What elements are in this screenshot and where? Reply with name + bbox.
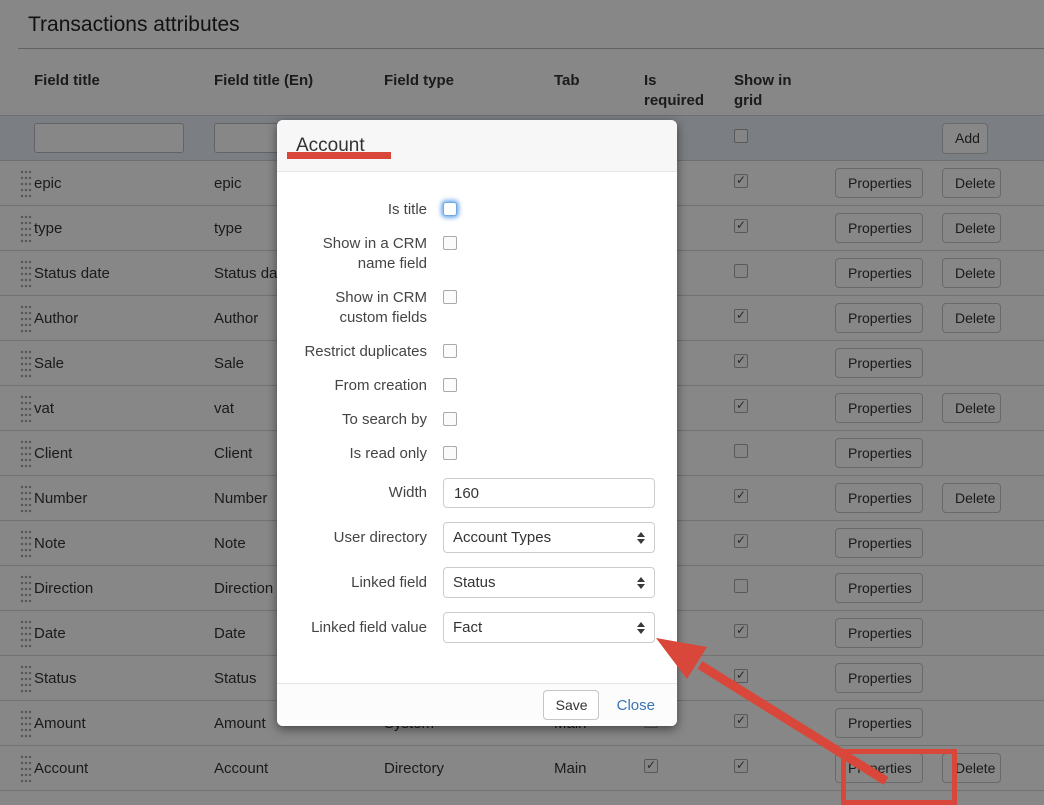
linked-field-select[interactable]: Status — [443, 567, 655, 598]
account-properties-modal: Account Is title Show in a CRM name field… — [277, 120, 677, 726]
modal-checkbox-restrict-duplicates[interactable] — [443, 344, 457, 358]
modal-field-row: Linked field value Fact — [299, 612, 655, 643]
user-directory-select[interactable]: Account Types — [443, 522, 655, 553]
modal-body: Is title Show in a CRM name field Show in … — [277, 172, 677, 683]
select-stepper-icon — [637, 532, 645, 544]
modal-checkbox-is-title[interactable] — [443, 202, 457, 216]
linked-field-value-select[interactable]: Fact — [443, 612, 655, 643]
modal-field-label: Linked field — [299, 573, 427, 593]
modal-field-label: User directory — [299, 528, 427, 548]
modal-checkbox-label: Is title — [299, 200, 427, 220]
modal-checkbox-label: Restrict duplicates — [299, 342, 427, 362]
modal-checkbox-label: To search by — [299, 410, 427, 430]
save-button[interactable]: Save — [543, 690, 599, 720]
modal-checkbox-label: Show in CRM custom fields — [299, 288, 427, 328]
close-button[interactable]: Close — [615, 693, 657, 718]
selected-value: Status — [453, 574, 637, 591]
modal-header: Account — [277, 120, 677, 172]
select-stepper-icon — [637, 577, 645, 589]
selected-value: Account Types — [453, 529, 637, 546]
modal-field-row: Linked field Status — [299, 567, 655, 598]
modal-checkbox-show-in-a-crm-name-field[interactable] — [443, 236, 457, 250]
modal-checkbox-row: Restrict duplicates — [299, 342, 655, 362]
modal-checkbox-row: Is read only — [299, 444, 655, 464]
modal-field-row: Width — [299, 478, 655, 508]
modal-checkbox-label: From creation — [299, 376, 427, 396]
modal-field-label: Width — [299, 483, 427, 503]
modal-checkbox-label: Is read only — [299, 444, 427, 464]
width-input[interactable] — [443, 478, 655, 508]
modal-checkbox-label: Show in a CRM name field — [299, 234, 427, 274]
modal-field-label: Linked field value — [299, 618, 427, 638]
modal-checkbox-is-read-only[interactable] — [443, 446, 457, 460]
modal-checkbox-row: Show in CRM custom fields — [299, 288, 655, 328]
modal-title: Account — [296, 135, 365, 157]
modal-checkbox-from-creation[interactable] — [443, 378, 457, 392]
modal-checkbox-row: Is title — [299, 200, 655, 220]
select-stepper-icon — [637, 622, 645, 634]
modal-footer: Save Close — [277, 683, 677, 726]
modal-checkbox-row: Show in a CRM name field — [299, 234, 655, 274]
modal-checkbox-row: From creation — [299, 376, 655, 396]
modal-checkbox-to-search-by[interactable] — [443, 412, 457, 426]
selected-value: Fact — [453, 619, 637, 636]
modal-field-row: User directory Account Types — [299, 522, 655, 553]
modal-checkbox-row: To search by — [299, 410, 655, 430]
modal-checkbox-show-in-crm-custom-fields[interactable] — [443, 290, 457, 304]
